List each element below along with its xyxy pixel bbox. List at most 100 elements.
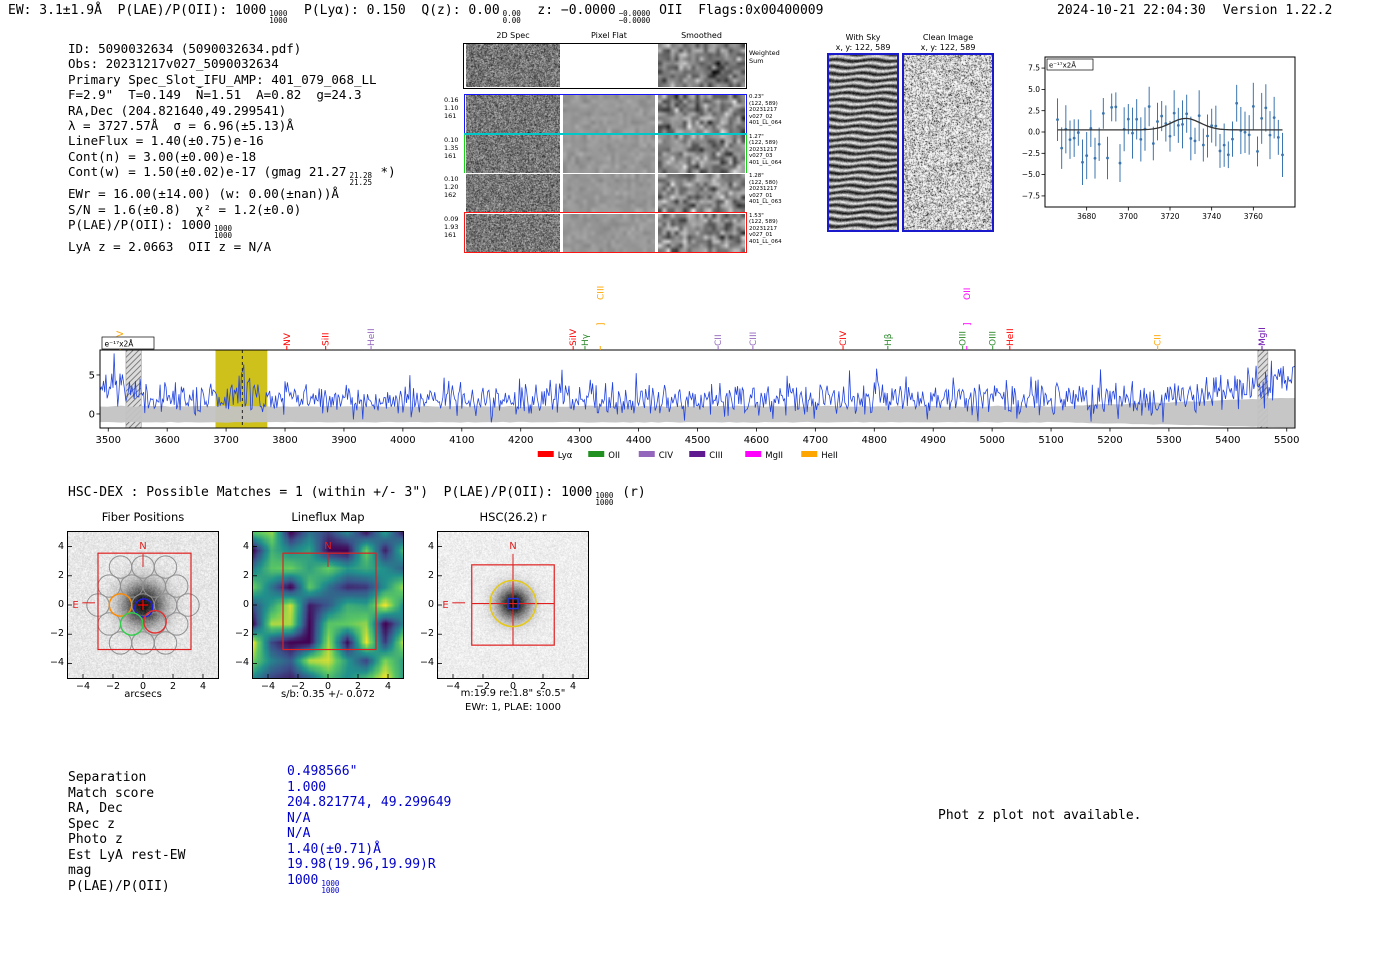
meta-line: (122, 589): [749, 219, 778, 226]
x-tick-label: 3700: [213, 435, 238, 446]
weight-line: 0.10: [444, 135, 459, 144]
text-segment: 204.821774, 49.299649: [287, 795, 452, 810]
with-sky-coords: x, y: 122, 589: [835, 43, 891, 52]
info-line: Primary Spec_Slot_IFU_AMP: 401_079_068_L…: [68, 72, 396, 87]
text-segment: RA,Dec (204.821640,49.299541): [68, 102, 287, 118]
stacked-fraction: −0.0000 −0.0000: [619, 10, 651, 25]
line-marker-label: SiII: [322, 332, 332, 346]
text-segment: EW: 3.1±1.9Å P(LAE)/P(OII): 1000: [8, 3, 267, 18]
summary-header-line: EW: 3.1±1.9Å P(LAE)/P(OII): 1000 1000 1000…: [8, 3, 823, 24]
fiber-weights-label: 0.09 1.93 161: [444, 215, 463, 239]
data-point: [1093, 156, 1097, 160]
photz-note: Phot z plot not available.: [938, 808, 1142, 823]
clean-image-title: Clean Image: [922, 33, 974, 42]
text-segment: F=2.9" T=0.149 N̄=1.51 A=0.82 g=24.3: [68, 87, 362, 103]
x-tick-label: 3760: [1244, 212, 1263, 221]
fiber-positions-title: Fiber Positions: [101, 510, 185, 524]
data-point: [1114, 105, 1118, 109]
fiber-meta-label: 1.53" (122, 589) 20231217 v027_01 401_LL_064: [749, 213, 795, 246]
data-point: [1172, 111, 1176, 115]
extraction-box: [282, 552, 377, 651]
data-point: [1060, 146, 1064, 150]
data-point: [1189, 137, 1193, 140]
data-point: [1101, 112, 1105, 115]
info-line: Cont(w) = 1.50(±0.02)e-17 (gmag 21.27 21.…: [68, 164, 396, 186]
stacked-fraction: 0.00 0.00: [503, 10, 521, 25]
x-tick-label: 4500: [685, 435, 710, 446]
match-key: Separation: [68, 770, 147, 785]
weight-line: 161: [444, 112, 457, 120]
text-segment: OII Flags:0x00400009: [651, 3, 824, 18]
text-segment: LyA z = 2.0663 OII z = N/A: [68, 239, 272, 255]
match-key: mag: [68, 863, 92, 878]
frac-bottom: 1000: [269, 16, 288, 25]
column-header-smoothed: Smoothed: [681, 31, 722, 40]
x-tick-label: 3900: [331, 435, 356, 446]
stacked-fraction: 21.28 21.25: [349, 172, 373, 188]
meta-line: 1.53": [749, 212, 764, 219]
legend-swatch: [801, 451, 818, 457]
text-segment: λ = 3727.57Å σ = 6.96(±5.13)Å: [68, 118, 294, 134]
data-point: [1151, 142, 1155, 145]
y-tick-label: −2: [234, 628, 249, 640]
y-tick-label: 4: [57, 540, 64, 552]
x-tick-label: 2: [169, 681, 177, 692]
fiber-circle-red: [143, 609, 167, 634]
weighted-sum-label: Weighted Sum: [749, 49, 780, 65]
meta-line: (122, 580): [749, 179, 778, 186]
frac-bottom: 1000: [214, 231, 233, 241]
y-tick-label: 5: [89, 370, 95, 381]
pixel-flat-image: [563, 95, 655, 133]
units-label: e⁻¹⁷x2Å: [1049, 61, 1076, 70]
meta-line: 20231217: [749, 146, 777, 153]
x-tick-label: −2: [105, 681, 120, 692]
y-tick-label: 0: [427, 599, 434, 610]
line-marker-label: MgII: [1258, 327, 1268, 346]
text-segment: 1.000: [287, 779, 327, 795]
x-tick-label: −4: [445, 681, 460, 692]
data-point: [1268, 133, 1272, 137]
weighted-smoothed-image: [658, 44, 745, 87]
smoothed-image: [658, 95, 745, 133]
meta-line: v027_03: [749, 153, 773, 160]
errorbar-points: [1056, 82, 1284, 186]
legend-label: HeII: [821, 451, 838, 461]
x-tick-label: −4: [260, 681, 275, 692]
line-marker-label: OIII: [959, 331, 969, 346]
meta-line: 401_LL_064: [749, 120, 782, 127]
meta-line: 1.27": [749, 133, 764, 140]
data-point: [1247, 133, 1251, 137]
data-point: [1176, 123, 1180, 127]
text-segment: EWr = 16.00(±14.00) (w: 0.00(±nan))Å: [68, 186, 339, 202]
text-segment: LineFlux = 1.40(±0.75)e-16: [68, 133, 264, 149]
info-line: λ = 3727.57Å σ = 6.96(±5.13)Å: [68, 118, 396, 133]
y-tick-label: 4: [242, 540, 249, 552]
frac-bottom: 21.25: [349, 178, 373, 188]
y-tick-label: 2: [242, 569, 249, 581]
weight-line: 162: [444, 191, 457, 199]
line-marker-label: OIII: [989, 331, 999, 346]
match-value: 19.98(19.96,19.99)R: [287, 857, 436, 873]
meta-line: 20231217: [749, 186, 777, 193]
with-sky-image: [827, 53, 899, 232]
clean-image: [902, 53, 994, 232]
y-tick-label: −5.0: [1022, 170, 1040, 179]
cutout-overlay: NE: [438, 541, 574, 678]
y-tick-label: −4: [49, 657, 64, 669]
text-segment: z: −0.0000: [521, 3, 616, 18]
line-marker-bracket: ]: [963, 322, 973, 326]
fiber-circle: [153, 631, 178, 655]
x-tick-label: 4900: [920, 435, 945, 446]
line-marker-label: NV: [283, 332, 293, 346]
x-tick-label: −2: [475, 681, 490, 692]
match-value: 204.821774, 49.299649: [287, 795, 451, 811]
stacked-fraction: 1000 1000: [269, 10, 288, 25]
info-line: Obs: 20231217v027_5090032634: [68, 56, 396, 71]
info-line: F=2.9" T=0.149 N̄=1.51 A=0.82 g=24.3: [68, 87, 396, 102]
data-point: [1197, 114, 1201, 118]
x-tick-label: 3680: [1077, 212, 1096, 221]
line-marker-label: SiIV: [569, 328, 579, 346]
data-point: [1110, 106, 1114, 109]
data-point: [1081, 160, 1084, 164]
match-key: Match score: [68, 785, 155, 801]
